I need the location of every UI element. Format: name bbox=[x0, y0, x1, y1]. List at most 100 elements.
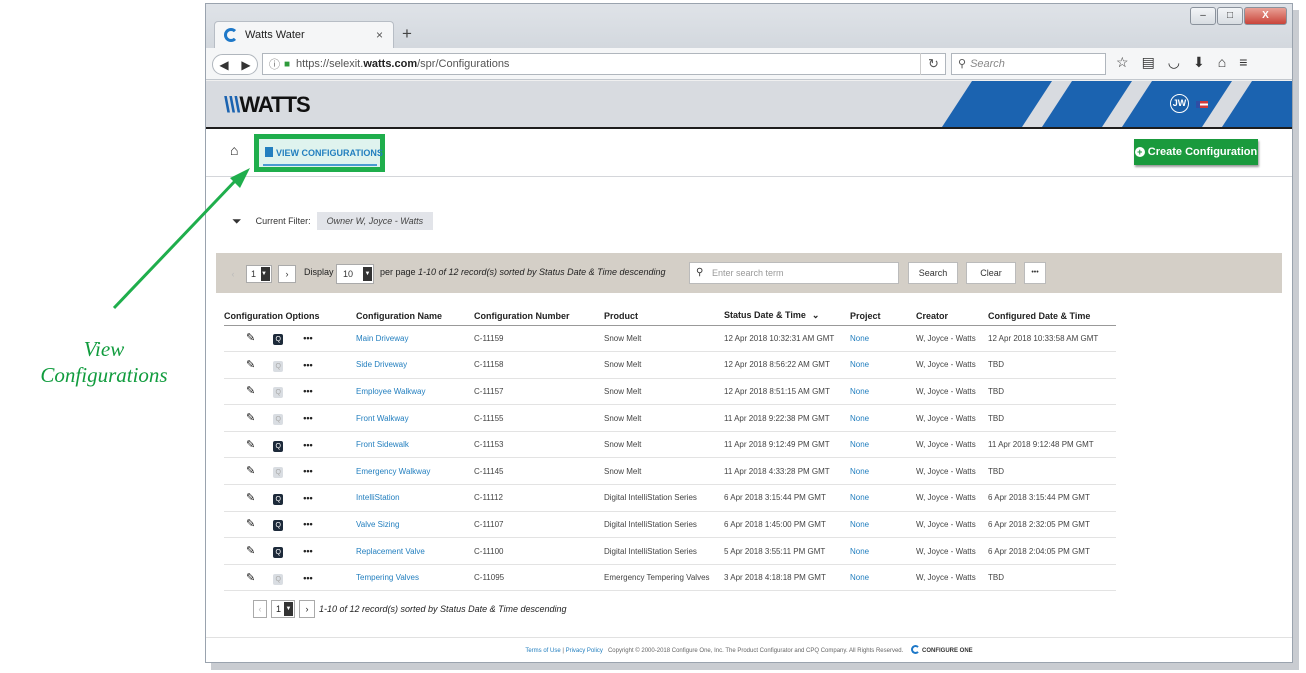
column-header[interactable]: Configuration Options bbox=[224, 307, 356, 326]
preview-document-icon[interactable]: Q bbox=[273, 493, 284, 505]
current-filter-chip[interactable]: Owner W, Joyce - Watts bbox=[316, 212, 434, 230]
more-actions-icon[interactable]: ••• bbox=[303, 386, 312, 396]
reload-icon[interactable]: ↻ bbox=[920, 53, 946, 75]
more-actions-icon[interactable]: ••• bbox=[303, 440, 312, 450]
preview-document-icon[interactable]: Q bbox=[273, 440, 284, 452]
more-options-button[interactable]: ••• bbox=[1024, 262, 1046, 284]
privacy-policy-link[interactable]: Privacy Policy bbox=[566, 648, 603, 654]
per-page-select[interactable]: 10 ▼ bbox=[336, 264, 374, 284]
edit-pencil-icon[interactable]: ✎ bbox=[246, 384, 255, 397]
more-actions-icon[interactable]: ••• bbox=[303, 493, 312, 503]
home-nav-icon[interactable]: ⌂ bbox=[230, 142, 238, 158]
create-configuration-button[interactable]: + Create Configuration bbox=[1134, 139, 1258, 165]
maximize-button[interactable]: □ bbox=[1217, 7, 1243, 25]
more-actions-icon[interactable]: ••• bbox=[303, 573, 312, 583]
status-date-time: 3 Apr 2018 4:18:18 PM GMT bbox=[724, 564, 850, 592]
column-header[interactable]: Configuration Name bbox=[356, 307, 474, 326]
bottom-prev-page-button[interactable]: ‹ bbox=[253, 600, 267, 618]
browser-tab[interactable]: Watts Water × bbox=[214, 21, 394, 48]
project-link[interactable]: None bbox=[850, 457, 916, 486]
download-icon[interactable]: ⬇ bbox=[1193, 54, 1205, 71]
project-link[interactable]: None bbox=[850, 404, 916, 432]
more-actions-icon[interactable]: ••• bbox=[303, 360, 312, 370]
more-actions-icon[interactable]: ••• bbox=[303, 413, 312, 423]
more-actions-icon[interactable]: ••• bbox=[303, 519, 312, 529]
project-link[interactable]: None bbox=[850, 325, 916, 353]
edit-pencil-icon[interactable]: ✎ bbox=[246, 517, 255, 530]
preview-document-icon[interactable]: Q bbox=[273, 547, 284, 559]
preview-document-icon[interactable]: Q bbox=[273, 520, 284, 532]
edit-pencil-icon[interactable]: ✎ bbox=[246, 438, 255, 451]
configuration-name-link[interactable]: IntelliStation bbox=[356, 484, 474, 512]
project-link[interactable]: None bbox=[850, 431, 916, 459]
edit-pencil-icon[interactable]: ✎ bbox=[246, 464, 255, 477]
edit-pencil-icon[interactable]: ✎ bbox=[246, 544, 255, 557]
browser-search-field[interactable]: ⚲ Search bbox=[951, 53, 1106, 75]
configuration-name-link[interactable]: Main Driveway bbox=[356, 325, 474, 353]
info-icon[interactable]: ⓘ bbox=[269, 56, 280, 72]
row-options: ✎ Q ••• bbox=[224, 564, 356, 592]
more-actions-icon[interactable]: ••• bbox=[303, 466, 312, 476]
more-actions-icon[interactable]: ••• bbox=[303, 546, 312, 556]
search-input[interactable]: ⚲ Enter search term bbox=[689, 262, 899, 284]
new-tab-button[interactable]: + bbox=[402, 24, 412, 44]
bottom-page-select[interactable]: 1 ▼ bbox=[271, 600, 295, 618]
user-avatar[interactable]: JW bbox=[1170, 94, 1189, 113]
us-flag-icon[interactable] bbox=[1196, 101, 1208, 108]
column-header[interactable]: Project bbox=[850, 307, 916, 326]
project-link[interactable]: None bbox=[850, 537, 916, 565]
edit-pencil-icon[interactable]: ✎ bbox=[246, 331, 255, 344]
search-button[interactable]: Search bbox=[908, 262, 958, 284]
configuration-name-link[interactable]: Side Driveway bbox=[356, 351, 474, 379]
project-link[interactable]: None bbox=[850, 378, 916, 406]
url-bar[interactable]: ⓘ ■ https://selexit.watts.com/spr/Config… bbox=[262, 53, 946, 75]
back-arrow-icon[interactable]: ◀ bbox=[219, 58, 228, 72]
project-link[interactable]: None bbox=[850, 564, 916, 592]
edit-pencil-icon[interactable]: ✎ bbox=[246, 571, 255, 584]
product-name: Digital IntelliStation Series bbox=[604, 537, 724, 565]
sort-descending-icon[interactable]: ⌄ bbox=[812, 310, 820, 320]
project-link[interactable]: None bbox=[850, 511, 916, 539]
more-actions-icon[interactable]: ••• bbox=[303, 333, 312, 343]
edit-pencil-icon[interactable]: ✎ bbox=[246, 411, 255, 424]
bookmark-star-icon[interactable]: ☆ bbox=[1116, 54, 1129, 71]
url-text: https://selexit.watts.com/spr/Configurat… bbox=[296, 58, 509, 70]
configuration-name-link[interactable]: Valve Sizing bbox=[356, 511, 474, 539]
configuration-name-link[interactable]: Front Walkway bbox=[356, 404, 474, 432]
minimize-button[interactable]: – bbox=[1190, 7, 1216, 25]
edit-pencil-icon[interactable]: ✎ bbox=[246, 491, 255, 504]
bottom-next-page-button[interactable]: › bbox=[299, 600, 315, 618]
configured-date-time: TBD bbox=[988, 457, 1116, 486]
configuration-name-link[interactable]: Emergency Walkway bbox=[356, 457, 474, 486]
prev-page-button[interactable]: ‹ bbox=[226, 265, 240, 283]
configuration-name-link[interactable]: Front Sidewalk bbox=[356, 431, 474, 459]
tab-view-configurations[interactable]: VIEW CONFIGURATIONS bbox=[263, 145, 383, 166]
column-header[interactable]: Status Date & Time ⌄ bbox=[724, 307, 850, 326]
configuration-name-link[interactable]: Employee Walkway bbox=[356, 378, 474, 406]
configuration-name-link[interactable]: Tempering Valves bbox=[356, 564, 474, 592]
column-header[interactable]: Product bbox=[604, 307, 724, 326]
menu-icon[interactable]: ≡ bbox=[1239, 54, 1247, 71]
product-name: Digital IntelliStation Series bbox=[604, 484, 724, 512]
project-link[interactable]: None bbox=[850, 484, 916, 512]
close-tab-icon[interactable]: × bbox=[376, 28, 383, 42]
close-window-button[interactable]: X bbox=[1244, 7, 1287, 25]
forward-arrow-icon[interactable]: ▶ bbox=[241, 58, 250, 72]
preview-document-icon[interactable]: Q bbox=[273, 334, 284, 346]
home-icon[interactable]: ⌂ bbox=[1218, 54, 1226, 71]
project-link[interactable]: None bbox=[850, 351, 916, 379]
watts-logo[interactable]: \\\WATTS bbox=[224, 92, 311, 118]
edit-pencil-icon[interactable]: ✎ bbox=[246, 358, 255, 371]
column-header[interactable]: Creator bbox=[916, 307, 988, 326]
column-header[interactable]: Configured Date & Time bbox=[988, 307, 1116, 326]
terms-of-use-link[interactable]: Terms of Use bbox=[525, 648, 560, 654]
pocket-icon[interactable]: ◡ bbox=[1168, 54, 1180, 71]
filter-funnel-icon[interactable]: ⏷ bbox=[232, 214, 242, 229]
configuration-name-link[interactable]: Replacement Valve bbox=[356, 537, 474, 565]
column-header[interactable]: Configuration Number bbox=[474, 307, 604, 326]
next-page-button[interactable]: › bbox=[278, 265, 296, 283]
reader-view-icon[interactable]: ▤ bbox=[1142, 54, 1155, 71]
page-select[interactable]: 1 ▼ bbox=[246, 265, 272, 283]
clear-button[interactable]: Clear bbox=[966, 262, 1016, 284]
configuration-number: C-11158 bbox=[474, 351, 604, 379]
